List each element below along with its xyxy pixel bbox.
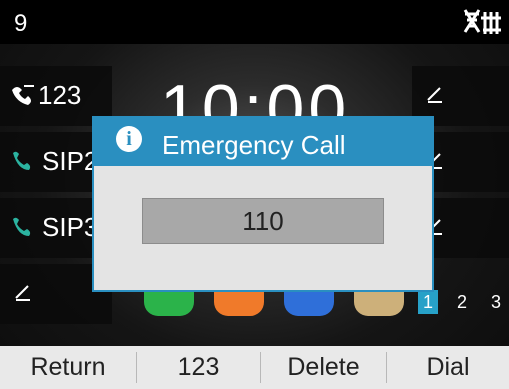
line-key-label: 123 [38,80,82,110]
dial-button[interactable]: Dial [387,346,509,389]
pen-icon [14,284,32,302]
line-handset-icon [10,84,36,111]
page-3[interactable]: 3 [486,290,506,314]
page-2[interactable]: 2 [452,290,472,314]
emergency-number-input[interactable]: 110 [142,198,384,244]
input-mode-button[interactable]: 123 [137,346,260,389]
softkey-bar: Return 123 Delete Dial [0,346,509,389]
pen-icon [426,86,444,104]
info-icon: i [116,126,142,152]
return-button[interactable]: Return [0,346,136,389]
status-line-number: 9 [14,10,28,37]
dialog-title: Emergency Call [162,130,346,160]
dialog-header: i Emergency Call [94,118,432,166]
emergency-call-dialog: i Emergency Call 110 [92,116,434,292]
status-bar: 9 [0,0,509,44]
delete-button[interactable]: Delete [261,346,386,389]
page-1[interactable]: 1 [418,290,438,314]
phone-screen: 9 123 SIP2 SIP3 10:00 1 2 3 Return 123 D… [0,0,509,389]
line-key-label: SIP2 [42,146,99,176]
phone-icon [10,216,32,243]
line-key-label: SIP3 [42,212,99,242]
network-disconnected-icon [463,8,503,43]
phone-icon [10,150,32,177]
